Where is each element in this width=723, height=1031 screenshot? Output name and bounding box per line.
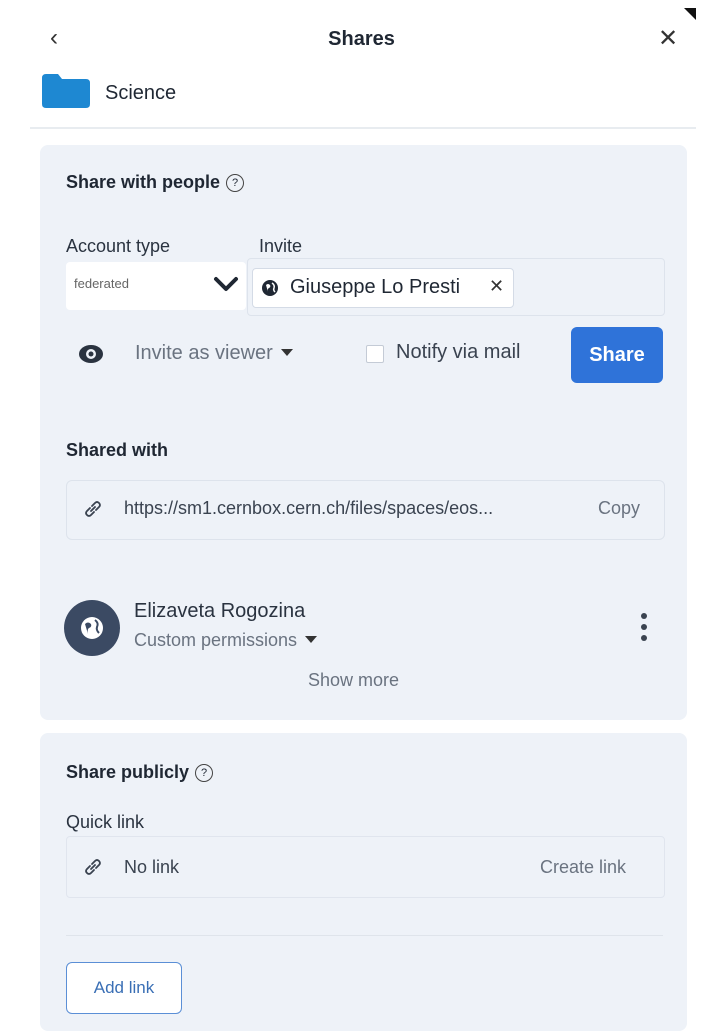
account-type-label: Account type — [66, 236, 171, 256]
caret-down-icon — [280, 349, 293, 356]
help-icon[interactable]: ? — [195, 764, 214, 782]
add-link-button[interactable]: Add link — [66, 962, 182, 1014]
notify-label: Notify via mail — [396, 341, 521, 363]
notify-checkbox[interactable] — [366, 345, 384, 363]
share-publicly-heading: Share publicly? — [66, 762, 214, 783]
share-with-people-title: Share with people — [66, 172, 221, 192]
close-button[interactable]: ✕ — [658, 24, 678, 53]
shared-with-heading: Shared with — [66, 440, 169, 460]
caret-down-icon — [305, 636, 318, 643]
avatar — [64, 600, 120, 656]
more-options-icon[interactable] — [640, 612, 648, 642]
copy-link-button[interactable]: Copy — [598, 498, 640, 519]
link-icon — [85, 859, 101, 875]
help-icon[interactable]: ? — [226, 174, 245, 192]
chevron-down-icon[interactable] — [212, 272, 240, 296]
panel-title: Shares — [328, 28, 395, 50]
remove-invitee-icon[interactable]: ✕ — [489, 276, 504, 297]
invitee-name: Giuseppe Lo Presti — [290, 276, 461, 298]
account-type-value: federated — [74, 276, 129, 291]
permissions-label: Custom permissions — [134, 630, 298, 650]
permissions-dropdown[interactable]: Custom permissions — [134, 630, 318, 651]
eye-icon — [79, 345, 103, 363]
invite-label: Invite — [259, 236, 303, 256]
invite-role-dropdown[interactable]: Invite as viewer — [135, 342, 293, 365]
globe-icon — [81, 617, 103, 639]
share-button[interactable]: Share — [571, 327, 663, 383]
create-link-button[interactable]: Create link — [540, 857, 626, 878]
link-icon — [85, 501, 101, 517]
globe-icon — [262, 280, 278, 296]
quick-link-label: Quick link — [66, 812, 145, 832]
section-divider — [66, 935, 663, 936]
show-more-link[interactable]: Show more — [308, 670, 399, 691]
share-publicly-title: Share publicly — [66, 762, 190, 782]
shared-user-name: Elizaveta Rogozina — [134, 600, 306, 622]
share-link-url: https://sm1.cernbox.cern.ch/files/spaces… — [124, 498, 494, 518]
folder-name: Science — [105, 82, 177, 104]
folder-icon — [42, 74, 90, 108]
share-with-people-heading: Share with people? — [66, 172, 245, 193]
corner-marker — [684, 8, 696, 20]
no-link-text: No link — [124, 857, 180, 877]
header-divider — [30, 127, 696, 129]
invite-role-label: Invite as viewer — [135, 342, 273, 364]
